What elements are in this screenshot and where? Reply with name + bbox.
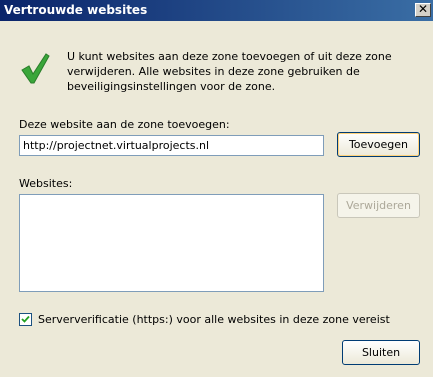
title-bar[interactable]: Vertrouwde websites ✕ — [0, 0, 433, 21]
intro-text: U kunt websites aan deze zone toevoegen … — [67, 50, 392, 93]
websites-list[interactable] — [19, 194, 324, 292]
add-website-label: Deze website aan de zone toevoegen: — [19, 118, 230, 131]
server-verification-label[interactable]: Serververificatie (https:) voor alle web… — [38, 313, 390, 326]
add-button[interactable]: Toevoegen — [337, 132, 420, 157]
green-check-icon — [21, 53, 50, 84]
window-title: Vertrouwde websites — [4, 3, 148, 17]
trusted-sites-dialog: Vertrouwde websites ✕ U kunt websites aa… — [0, 0, 433, 377]
server-verification-checkbox[interactable] — [19, 313, 32, 326]
close-icon[interactable]: ✕ — [415, 3, 431, 17]
website-url-input[interactable] — [19, 135, 324, 156]
dialog-body: U kunt websites aan deze zone toevoegen … — [0, 21, 433, 377]
checkmark-icon — [21, 315, 30, 323]
remove-button[interactable]: Verwijderen — [337, 193, 420, 218]
websites-label: Websites: — [19, 177, 73, 190]
close-button[interactable]: Sluiten — [342, 340, 420, 365]
